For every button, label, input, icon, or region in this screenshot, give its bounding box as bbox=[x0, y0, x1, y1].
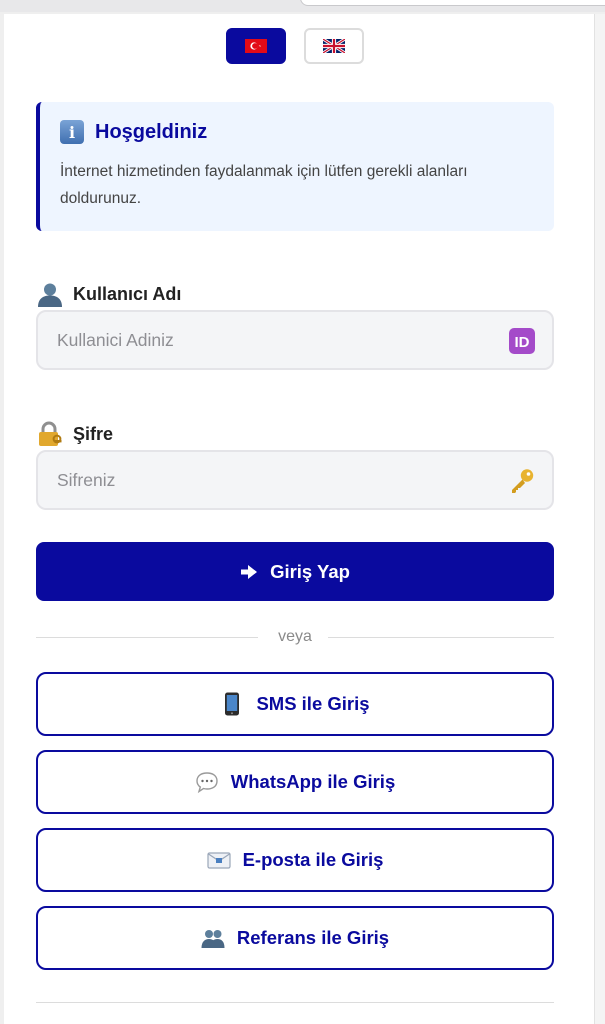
welcome-info-box: i Hoşgeldiniz İnternet hizmetinden fayda… bbox=[36, 102, 554, 231]
info-icon: i bbox=[60, 120, 84, 144]
id-icon-text: ID bbox=[515, 334, 530, 351]
scrollbar-track[interactable] bbox=[594, 14, 605, 1024]
username-input[interactable] bbox=[38, 312, 552, 368]
referral-login-button[interactable]: Referans ile Giriş bbox=[36, 906, 554, 970]
whatsapp-login-label: WhatsApp ile Giriş bbox=[230, 771, 396, 792]
browser-address-field[interactable] bbox=[300, 0, 605, 6]
password-input[interactable] bbox=[38, 452, 552, 508]
or-divider: veya bbox=[36, 628, 554, 648]
referral-login-label: Referans ile Giriş bbox=[236, 927, 390, 948]
password-field-wrapper bbox=[36, 450, 554, 510]
turkey-flag-icon bbox=[245, 39, 267, 53]
username-label-row: Kullanıcı Adı bbox=[37, 281, 181, 307]
email-icon bbox=[206, 852, 231, 869]
uk-flag-icon bbox=[323, 39, 345, 53]
bottom-divider bbox=[36, 1002, 554, 1003]
user-icon bbox=[38, 283, 62, 307]
mobile-phone-icon bbox=[225, 692, 240, 716]
key-icon bbox=[512, 469, 534, 493]
email-login-label: E-posta ile Giriş bbox=[242, 849, 384, 870]
id-icon: ID bbox=[509, 328, 535, 354]
login-button[interactable]: Giriş Yap bbox=[36, 542, 554, 601]
login-button-label: Giriş Yap bbox=[270, 560, 350, 582]
users-icon bbox=[201, 930, 225, 948]
info-title-row: i Hoşgeldiniz bbox=[60, 120, 534, 144]
username-field-wrapper: ID bbox=[36, 310, 554, 370]
language-switcher bbox=[226, 28, 364, 64]
password-label: Şifre bbox=[73, 423, 114, 444]
arrow-right-icon bbox=[241, 564, 258, 579]
language-button-turkish[interactable] bbox=[226, 28, 286, 64]
speech-bubble-icon bbox=[196, 772, 218, 794]
divider-line-right bbox=[328, 637, 554, 638]
info-text: İnternet hizmetinden faydalanmak için lü… bbox=[60, 163, 468, 207]
info-title: Hoşgeldiniz bbox=[95, 120, 208, 143]
whatsapp-login-button[interactable]: WhatsApp ile Giriş bbox=[36, 750, 554, 814]
password-label-row: Şifre bbox=[37, 421, 113, 447]
sms-login-label: SMS ile Giriş bbox=[256, 693, 370, 714]
username-label: Kullanıcı Adı bbox=[73, 283, 182, 304]
lock-icon bbox=[39, 421, 62, 446]
language-button-english[interactable] bbox=[304, 28, 364, 64]
email-login-button[interactable]: E-posta ile Giriş bbox=[36, 828, 554, 892]
browser-top-bar bbox=[0, 0, 605, 12]
sms-login-button[interactable]: SMS ile Giriş bbox=[36, 672, 554, 736]
